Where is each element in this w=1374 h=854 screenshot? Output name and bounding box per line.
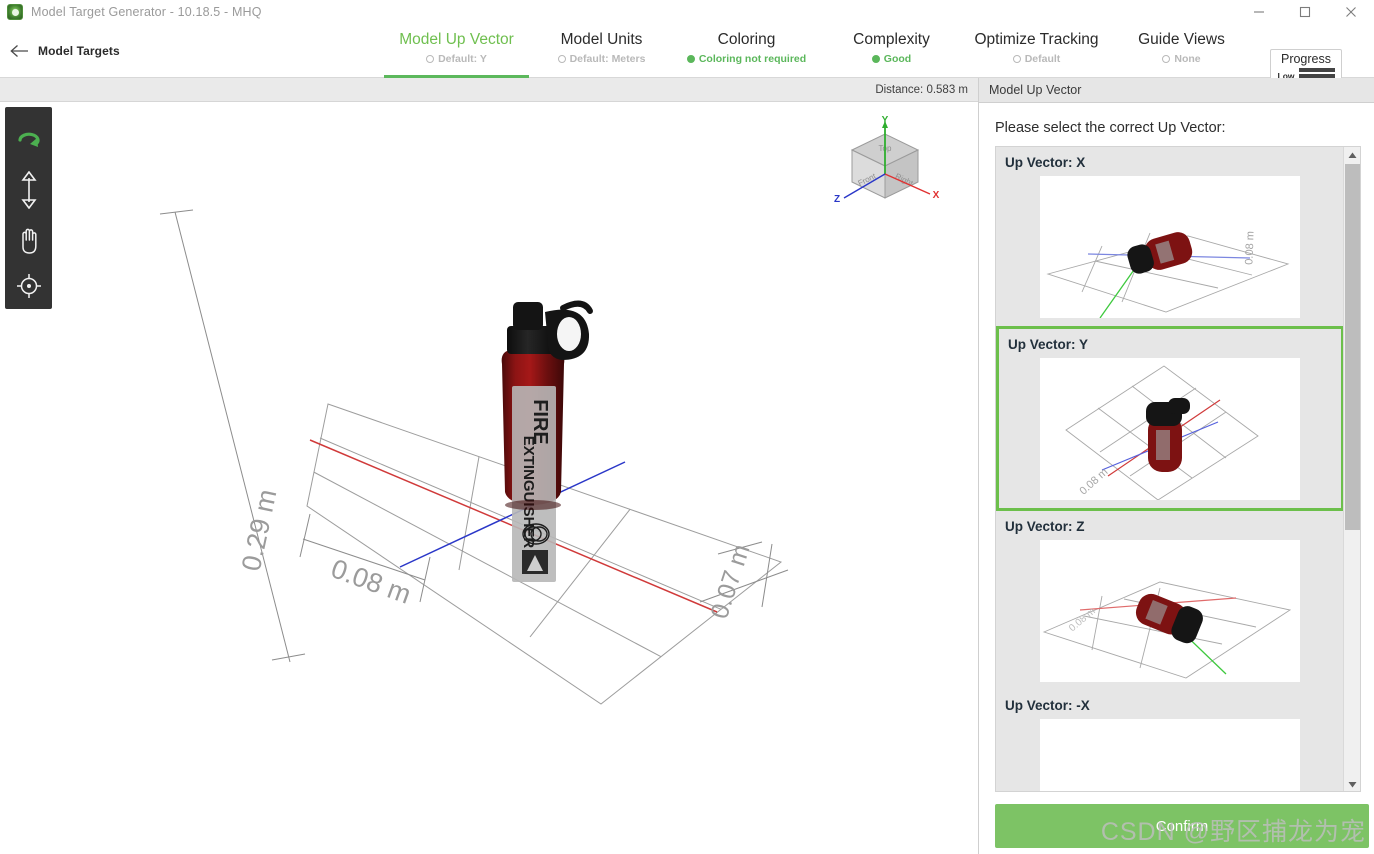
progress-bar-1 [1298, 68, 1335, 72]
tab-label: Optimize Tracking [974, 31, 1099, 48]
card-thumbnail-neg-x: m [1040, 719, 1300, 791]
tab-status-label: Default: Y [438, 53, 487, 65]
tab-complexity[interactable]: Complexity Good [819, 24, 964, 78]
tab-status-label: None [1174, 53, 1201, 65]
label-extinguisher-text: EXTINGUISHER [520, 436, 537, 549]
card-title: Up Vector: -X [1005, 698, 1090, 713]
status-dot-icon [426, 55, 435, 63]
status-dot-icon [1162, 55, 1171, 63]
progress-title: Progress [1280, 52, 1332, 66]
tab-guide-views[interactable]: Guide Views None [1109, 24, 1254, 78]
tab-status: Default: Y [426, 53, 487, 65]
distance-label: Distance: 0.583 m [875, 83, 968, 96]
up-vector-card-neg-x[interactable]: Up Vector: -X m [996, 690, 1344, 791]
back-arrow-icon[interactable] [10, 44, 29, 58]
window-controls [1236, 0, 1374, 24]
vuforia-logo-icon [7, 4, 23, 20]
tab-label: Coloring [717, 31, 776, 48]
tab-label: Guide Views [1138, 31, 1225, 48]
tab-status: Default: Meters [557, 53, 646, 65]
right-panel-header: Model Up Vector [979, 78, 1374, 103]
viewport-status-bar: Distance: 0.583 m [0, 78, 978, 102]
tab-status-label: Good [883, 53, 912, 65]
header-bar: Model Targets Model Up Vector Default: Y… [0, 24, 1374, 93]
chevron-up-icon[interactable] [1344, 147, 1360, 164]
chevron-down-icon[interactable] [1344, 776, 1360, 791]
maximize-icon[interactable] [1282, 0, 1328, 24]
tab-status: Default [1012, 53, 1061, 65]
card-thumbnail-z: 0.08 m [1040, 540, 1300, 682]
up-vector-card-y[interactable]: Up Vector: Y 0.08 m [996, 326, 1344, 511]
right-panel-title: Model Up Vector [989, 83, 1082, 97]
thumb-dim-label: 0.08 m [1243, 231, 1256, 265]
tab-status-label: Default [1024, 53, 1061, 65]
tab-optimize-tracking[interactable]: Optimize Tracking Default [964, 24, 1109, 78]
nav-axis-y-label: Y [882, 115, 889, 126]
recenter-target-tool[interactable] [5, 262, 52, 309]
up-vector-list-scroll: Up Vector: X 0.08 m Up Vector: Y 0.08 m … [996, 147, 1344, 791]
close-icon[interactable] [1328, 0, 1374, 24]
up-vector-card-x[interactable]: Up Vector: X 0.08 m [996, 147, 1344, 318]
tab-status-label: Default: Meters [569, 53, 646, 65]
application-window: Model Target Generator - 10.18.5 - MHQ M… [0, 0, 1374, 854]
wizard-tabs: Model Up Vector Default: Y Model Units D… [384, 24, 1254, 78]
tab-status: Good [871, 53, 912, 65]
card-thumbnail-y: 0.08 m [1040, 358, 1300, 500]
tab-label: Model Units [560, 31, 643, 48]
up-vector-list: Up Vector: X 0.08 m Up Vector: Y 0.08 m … [995, 146, 1361, 792]
window-title: Model Target Generator - 10.18.5 - MHQ [31, 5, 262, 19]
model-viewport[interactable]: FIRE EXTINGUISHER 0.29 m 0.08 m 0.07 m F… [0, 102, 978, 854]
nav-axis-x-label: X [933, 190, 940, 201]
tab-model-up-vector[interactable]: Model Up Vector Default: Y [384, 24, 529, 78]
up-vector-prompt: Please select the correct Up Vector: [995, 120, 1226, 136]
dimension-height-label: 0.29 m [236, 487, 283, 574]
minimize-icon[interactable] [1236, 0, 1282, 24]
tab-label: Complexity [853, 31, 930, 48]
title-bar: Model Target Generator - 10.18.5 - MHQ [0, 0, 1374, 24]
scrollbar-thumb[interactable] [1345, 164, 1360, 530]
up-vector-list-scrollbar[interactable] [1343, 147, 1360, 791]
viewport-toolbar [5, 107, 52, 273]
dimension-height-leader [159, 209, 306, 663]
status-dot-icon [871, 55, 880, 63]
breadcrumb[interactable]: Model Targets [10, 24, 120, 78]
status-dot-icon [557, 55, 566, 63]
tab-status-label: Coloring not required [698, 53, 807, 65]
tab-coloring[interactable]: Coloring Coloring not required [674, 24, 819, 78]
status-dot-icon [686, 55, 695, 63]
orbit-rotate-tool[interactable] [5, 115, 52, 165]
tab-label: Model Up Vector [399, 31, 514, 48]
card-thumbnail-x: 0.08 m [1040, 176, 1300, 318]
zoom-vertical-tool[interactable] [5, 165, 52, 215]
nav-axis-z-label: Z [834, 194, 840, 205]
up-vector-card-z[interactable]: Up Vector: Z 0.08 m [996, 511, 1344, 682]
tab-status: None [1162, 53, 1201, 65]
navigation-cube[interactable]: Top Front Right Y X Z [830, 114, 940, 219]
pan-hand-tool[interactable] [5, 215, 52, 265]
card-title: Up Vector: X [1005, 155, 1086, 170]
card-title: Up Vector: Z [1005, 519, 1085, 534]
thumb-dim-label: 0.08 m [1077, 466, 1110, 497]
right-panel: Model Up Vector Please select the correc… [978, 78, 1374, 854]
tab-model-units[interactable]: Model Units Default: Meters [529, 24, 674, 78]
breadcrumb-label: Model Targets [38, 44, 120, 58]
tab-status: Coloring not required [686, 53, 807, 65]
confirm-button[interactable]: Confirm [995, 804, 1369, 848]
card-title: Up Vector: Y [1008, 337, 1089, 352]
status-dot-icon [1012, 55, 1021, 63]
